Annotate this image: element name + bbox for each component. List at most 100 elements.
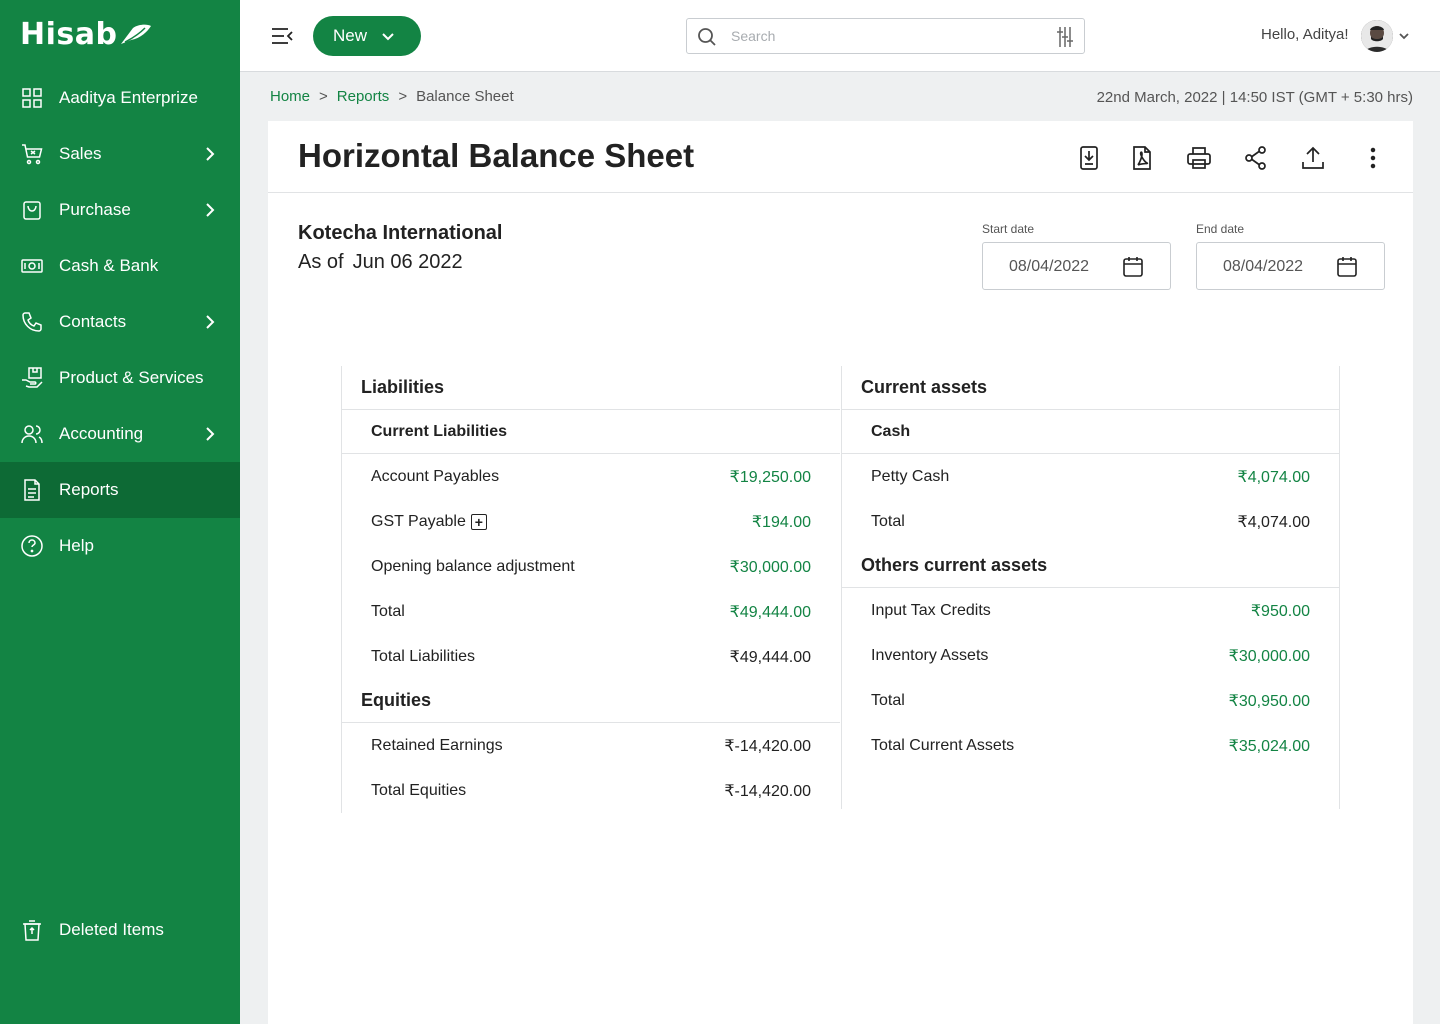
sidebar-item-reports[interactable]: Reports: [0, 462, 240, 518]
start-date-field[interactable]: 08/04/2022: [982, 242, 1171, 290]
upload-icon[interactable]: [1300, 145, 1326, 171]
table-row[interactable]: Total ₹49,444.00: [342, 589, 840, 634]
trash-recycle-icon: [20, 918, 44, 942]
app-logo-text: Hisab: [20, 16, 118, 52]
start-date-label: Start date: [982, 222, 1035, 236]
sidebar-item-label: Contacts: [59, 312, 127, 331]
sidebar-item-label: Help: [59, 536, 94, 555]
logo-leaf-icon: [121, 24, 152, 44]
chevron-down-icon: [382, 33, 394, 41]
sidebar-item-contacts[interactable]: Contacts: [0, 294, 240, 350]
chevron-right-icon: [200, 200, 220, 220]
sidebar-item-label: Purchase: [59, 200, 131, 219]
breadcrumb-reports[interactable]: Reports: [337, 88, 390, 105]
row-label: Retained Earnings: [371, 736, 503, 754]
sidebar-item-label: Aaditya Enterprize: [59, 88, 198, 107]
filter-sliders-icon[interactable]: [1055, 26, 1075, 48]
start-date-value: 08/04/2022: [1009, 258, 1090, 275]
row-label-group: GST Payable +: [371, 513, 487, 531]
sidebar-item-label: Accounting: [59, 424, 144, 443]
print-icon[interactable]: [1186, 145, 1212, 171]
row-amount: ₹49,444.00: [729, 603, 811, 621]
expand-plus-icon[interactable]: +: [470, 513, 487, 530]
sidebar-item-label: Reports: [59, 480, 119, 499]
share-icon[interactable]: [1243, 145, 1269, 171]
sidebar-item-products[interactable]: Product & Services: [0, 350, 240, 406]
new-button[interactable]: New: [313, 16, 421, 56]
breadcrumb-separator: >: [398, 88, 408, 105]
current-liabilities-heading: Current Liabilities: [342, 410, 840, 454]
report-card: Horizontal Balance Sheet Kotecha Interna…: [268, 121, 1413, 1024]
table-row[interactable]: Total Current Assets ₹35,024.00: [842, 723, 1339, 768]
chevron-right-icon: [200, 312, 220, 332]
page-title: Horizontal Balance Sheet: [298, 137, 695, 174]
sidebar-item-accounting[interactable]: Accounting: [0, 406, 240, 462]
start-date-group: Start date 08/04/2022: [982, 222, 1171, 290]
row-amount: ₹49,444.00: [729, 648, 811, 666]
sidebar-item-business[interactable]: Aaditya Enterprize: [0, 70, 240, 126]
row-label: GST Payable: [371, 512, 466, 530]
table-row[interactable]: Total ₹30,950.00: [842, 678, 1339, 723]
calendar-icon[interactable]: [1121, 255, 1145, 279]
row-amount: ₹950.00: [1250, 602, 1310, 620]
sidebar-item-sales[interactable]: Sales: [0, 126, 240, 182]
row-label: Total: [871, 512, 905, 530]
sidebar-item-deleted[interactable]: Deleted Items: [0, 902, 240, 958]
calendar-icon[interactable]: [1335, 255, 1359, 279]
row-amount: ₹4,074.00: [1237, 513, 1310, 531]
report-header: Horizontal Balance Sheet: [268, 121, 1413, 193]
timestamp: 22nd March, 2022 | 14:50 IST (GMT + 5:30…: [1096, 89, 1413, 106]
row-label: Total Current Assets: [871, 736, 1015, 754]
row-amount: ₹35,024.00: [1228, 737, 1310, 755]
table-row[interactable]: Retained Earnings ₹-14,420.00: [342, 723, 840, 768]
row-label: Inventory Assets: [871, 646, 989, 664]
table-row[interactable]: Opening balance adjustment ₹30,000.00: [342, 544, 840, 589]
table-row[interactable]: Total Equities ₹-14,420.00: [342, 768, 840, 813]
chevron-down-icon[interactable]: [1398, 29, 1410, 41]
cart-icon: [20, 142, 44, 166]
row-amount: ₹194.00: [751, 513, 811, 531]
table-row[interactable]: Account Payables ₹19,250.00: [342, 454, 840, 499]
end-date-group: End date 08/04/2022: [1196, 222, 1385, 290]
app-logo[interactable]: Hisab: [20, 16, 153, 52]
sidebar-item-purchase[interactable]: Purchase: [0, 182, 240, 238]
equities-heading: Equities: [342, 679, 840, 723]
row-amount: ₹-14,420.00: [724, 737, 811, 755]
chevron-right-icon: [200, 424, 220, 444]
sidebar-item-cash-bank[interactable]: Cash & Bank: [0, 238, 240, 294]
sidebar-item-help[interactable]: Help: [0, 518, 240, 574]
sidebar: Hisab Aaditya Enterprize Sales Purchase: [0, 0, 240, 1024]
row-label: Petty Cash: [871, 467, 950, 485]
end-date-value: 08/04/2022: [1223, 258, 1304, 275]
table-row[interactable]: Total ₹4,074.00: [842, 499, 1339, 544]
row-label: Total Liabilities: [371, 647, 476, 665]
search-icon: [697, 27, 717, 47]
sidebar-item-label: Sales: [59, 144, 102, 163]
users-icon: [20, 422, 44, 446]
table-row[interactable]: Input Tax Credits ₹950.00: [842, 588, 1339, 633]
breadcrumb: Home > Reports > Balance Sheet: [270, 88, 514, 105]
others-current-assets-heading: Others current assets: [842, 544, 1339, 588]
table-row[interactable]: GST Payable + ₹194.00: [342, 499, 840, 544]
row-amount: ₹30,000.00: [729, 558, 811, 576]
export-pdf-icon[interactable]: [1129, 145, 1155, 171]
end-date-label: End date: [1196, 222, 1245, 236]
row-label: Total: [871, 691, 905, 709]
row-label: Input Tax Credits: [871, 601, 991, 619]
user-greeting: Hello, Aditya!: [1261, 26, 1349, 43]
end-date-field[interactable]: 08/04/2022: [1196, 242, 1385, 290]
liabilities-heading: Liabilities: [342, 366, 840, 410]
more-vertical-icon[interactable]: [1360, 145, 1386, 171]
search-input[interactable]: [731, 25, 1031, 47]
breadcrumb-separator: >: [319, 88, 328, 105]
menu-collapse-icon[interactable]: [270, 24, 294, 48]
assets-column: Current assets Cash Petty Cash ₹4,074.00…: [841, 366, 1340, 809]
export-excel-icon[interactable]: [1076, 145, 1102, 171]
avatar[interactable]: [1361, 20, 1393, 52]
breadcrumb-home[interactable]: Home: [270, 88, 310, 105]
table-row[interactable]: Petty Cash ₹4,074.00: [842, 454, 1339, 499]
row-label: Opening balance adjustment: [371, 557, 575, 575]
row-label: Account Payables: [371, 467, 500, 485]
table-row[interactable]: Total Liabilities ₹49,444.00: [342, 634, 840, 679]
table-row[interactable]: Inventory Assets ₹30,000.00: [842, 633, 1339, 678]
